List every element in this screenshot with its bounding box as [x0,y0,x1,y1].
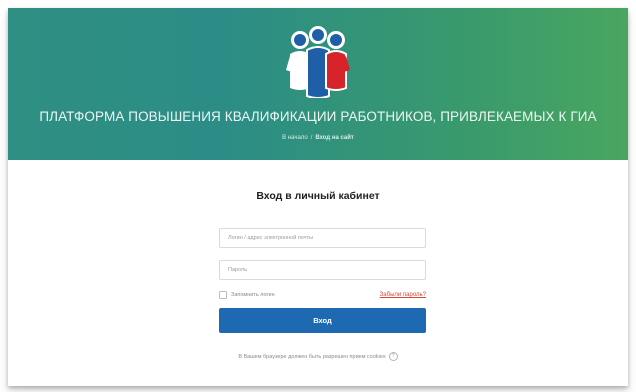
login-input[interactable] [219,228,426,248]
cookies-note: В Вашем браузере должен быть разрешен пр… [8,352,628,361]
people-figures-logo-icon [286,26,350,98]
remember-login[interactable]: Запомнить логин [219,290,275,300]
cookies-note-text: В Вашем браузере должен быть разрешен пр… [238,353,386,360]
remember-login-checkbox[interactable] [219,291,227,299]
password-input[interactable] [219,260,426,280]
breadcrumb-current: Вход на сайт [315,135,354,141]
forgot-password-link[interactable]: Забыли пароль? [368,292,426,298]
breadcrumb: В начало / Вход на сайт [8,135,628,141]
header-banner: ПЛАТФОРМА ПОВЫШЕНИЯ КВАЛИФИКАЦИИ РАБОТНИ… [8,8,628,160]
login-card: Вход в личный кабинет Запомнить логин За… [8,160,628,386]
platform-title: ПЛАТФОРМА ПОВЫШЕНИЯ КВАЛИФИКАЦИИ РАБОТНИ… [39,109,597,124]
login-button[interactable]: Вход [219,308,426,333]
login-page: ПЛАТФОРМА ПОВЫШЕНИЯ КВАЛИФИКАЦИИ РАБОТНИ… [8,8,628,386]
breadcrumb-home-link[interactable]: В начало [282,135,308,141]
breadcrumb-separator: / [310,135,313,141]
login-form-title: Вход в личный кабинет [256,190,380,202]
question-circle-icon[interactable]: ? [388,352,398,361]
remember-login-label[interactable]: Запомнить логин [231,292,275,298]
